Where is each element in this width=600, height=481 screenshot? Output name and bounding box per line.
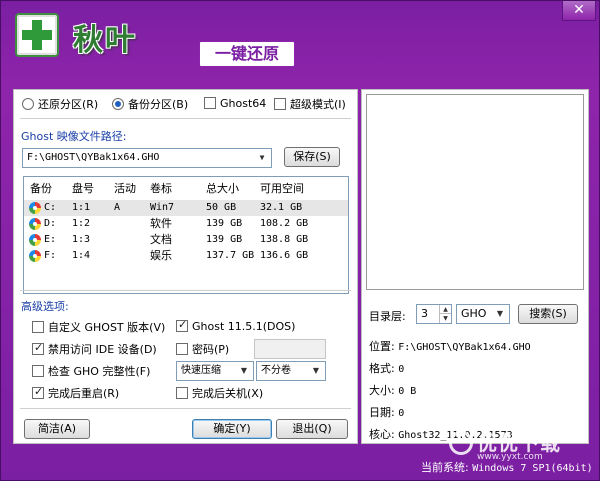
checkbox-icon — [176, 318, 188, 332]
reboot-after-checkbox[interactable]: 完成后重启(R) — [32, 385, 119, 401]
column-header: 活动 — [114, 182, 136, 195]
column-header: 可用空间 — [260, 182, 304, 195]
chevron-down-icon: ▼ — [259, 153, 265, 162]
disc-icon — [29, 250, 41, 262]
dir-level-spinner[interactable]: 3 ▲ ▼ — [416, 304, 452, 324]
left-panel: 还原分区(R) 备份分区(B) Ghost64 超级模式(I) Ghost 映像… — [13, 89, 358, 444]
spinner-down-icon[interactable]: ▼ — [439, 314, 451, 323]
ghost-path-select[interactable]: F:\GHOST\QYBak1x64.GHO ▼ — [22, 148, 272, 168]
column-header: 卷标 — [150, 182, 172, 195]
spinner-up-icon[interactable]: ▲ — [439, 305, 451, 314]
checkbox-icon — [274, 98, 286, 110]
ghost-path-label: Ghost 映像文件路径: — [21, 130, 127, 143]
chevron-down-icon: ▼ — [312, 366, 320, 375]
size-info: 大小: 0 B — [369, 384, 417, 397]
app-title: 秋叶 — [73, 23, 137, 58]
column-header: 总大小 — [206, 182, 239, 195]
checkbox-icon — [176, 387, 188, 399]
advanced-options-label: 高级选项: — [21, 300, 69, 313]
checkbox-icon — [204, 97, 216, 109]
table-row[interactable]: F: 1:4 娱乐 137.7 GB 136.6 GB — [24, 248, 348, 264]
checkbox-icon — [32, 365, 44, 377]
ok-button[interactable]: 确定(Y) — [192, 419, 272, 439]
chevron-down-icon: ▼ — [496, 309, 504, 318]
checkbox-icon — [32, 385, 44, 399]
column-header: 备份 — [30, 182, 52, 195]
dir-level-label: 目录层: — [369, 310, 406, 323]
radio-circle-icon — [22, 98, 34, 110]
divider — [20, 118, 351, 119]
check-gho-integrity-checkbox[interactable]: 检查 GHO 完整性(F) — [32, 363, 150, 379]
exit-button[interactable]: 退出(Q) — [276, 419, 348, 439]
chevron-down-icon: ▼ — [240, 366, 248, 375]
simple-mode-button[interactable]: 简洁(A) — [24, 419, 90, 439]
disc-icon — [29, 234, 41, 246]
partition-table[interactable]: 备份 盘号 活动 卷标 总大小 可用空间 C: 1:1 A Win7 50 GB… — [23, 176, 349, 294]
checkbox-icon — [32, 321, 44, 333]
restore-partition-radio[interactable]: 还原分区(R) — [22, 96, 98, 112]
super-mode-checkbox[interactable]: 超级模式(I) — [274, 96, 346, 112]
disable-ide-checkbox[interactable]: 禁用访问 IDE 设备(D) — [32, 341, 157, 357]
save-button[interactable]: 保存(S) — [284, 147, 340, 167]
divider — [20, 408, 351, 409]
column-header: 盘号 — [72, 182, 94, 195]
table-row[interactable]: E: 1:3 文档 139 GB 138.8 GB — [24, 232, 348, 248]
table-row[interactable]: D: 1:2 软件 139 GB 108.2 GB — [24, 216, 348, 232]
status-bar: 当前系统: Windows 7 SP1(64bit) — [421, 461, 593, 474]
format-info: 格式: 0 — [369, 362, 405, 375]
shutdown-after-checkbox[interactable]: 完成后关机(X) — [176, 385, 263, 401]
app-logo-icon — [15, 13, 59, 57]
backup-partition-radio[interactable]: 备份分区(B) — [112, 96, 188, 112]
app-subtitle: 一键还原 — [199, 41, 295, 67]
main-window: 秋叶 一键还原 ✕ 还原分区(R) 备份分区(B) Ghost64 超级模式(I… — [0, 0, 600, 481]
search-button[interactable]: 搜索(S) — [518, 304, 578, 324]
date-info: 日期: 0 — [369, 406, 405, 419]
table-header: 备份 盘号 活动 卷标 总大小 可用空间 — [24, 181, 348, 197]
preview-area — [366, 94, 584, 290]
split-select[interactable]: 不分卷 ▼ — [256, 361, 326, 381]
password-input[interactable] — [254, 339, 326, 359]
custom-ghost-version-checkbox[interactable]: 自定义 GHOST 版本(V) — [32, 319, 165, 335]
checkbox-icon — [32, 341, 44, 355]
disc-icon — [29, 202, 41, 214]
file-extension-select[interactable]: GHO ▼ — [456, 304, 510, 324]
password-checkbox[interactable]: 密码(P) — [176, 341, 229, 357]
radio-circle-icon — [112, 98, 124, 110]
watermark: 优优下载 www.yyxt.com — [477, 431, 561, 462]
ghost-version-checkbox[interactable]: Ghost 11.5.1(DOS) — [176, 318, 295, 333]
position-info: 位置: F:\GHOST\QYBak1x64.GHO — [369, 340, 531, 353]
close-button[interactable]: ✕ — [562, 1, 596, 21]
disc-icon — [29, 218, 41, 230]
ghost64-checkbox[interactable]: Ghost64 — [204, 96, 266, 110]
checkbox-icon — [176, 343, 188, 355]
divider — [20, 290, 351, 291]
table-row[interactable]: C: 1:1 A Win7 50 GB 32.1 GB — [24, 200, 348, 216]
compression-select[interactable]: 快速压缩 ▼ — [176, 361, 254, 381]
right-panel: 目录层: 3 ▲ ▼ GHO ▼ 搜索(S) 位置: F:\GHOST\QYBa… — [361, 89, 589, 444]
watermark-logo-icon — [449, 431, 473, 455]
